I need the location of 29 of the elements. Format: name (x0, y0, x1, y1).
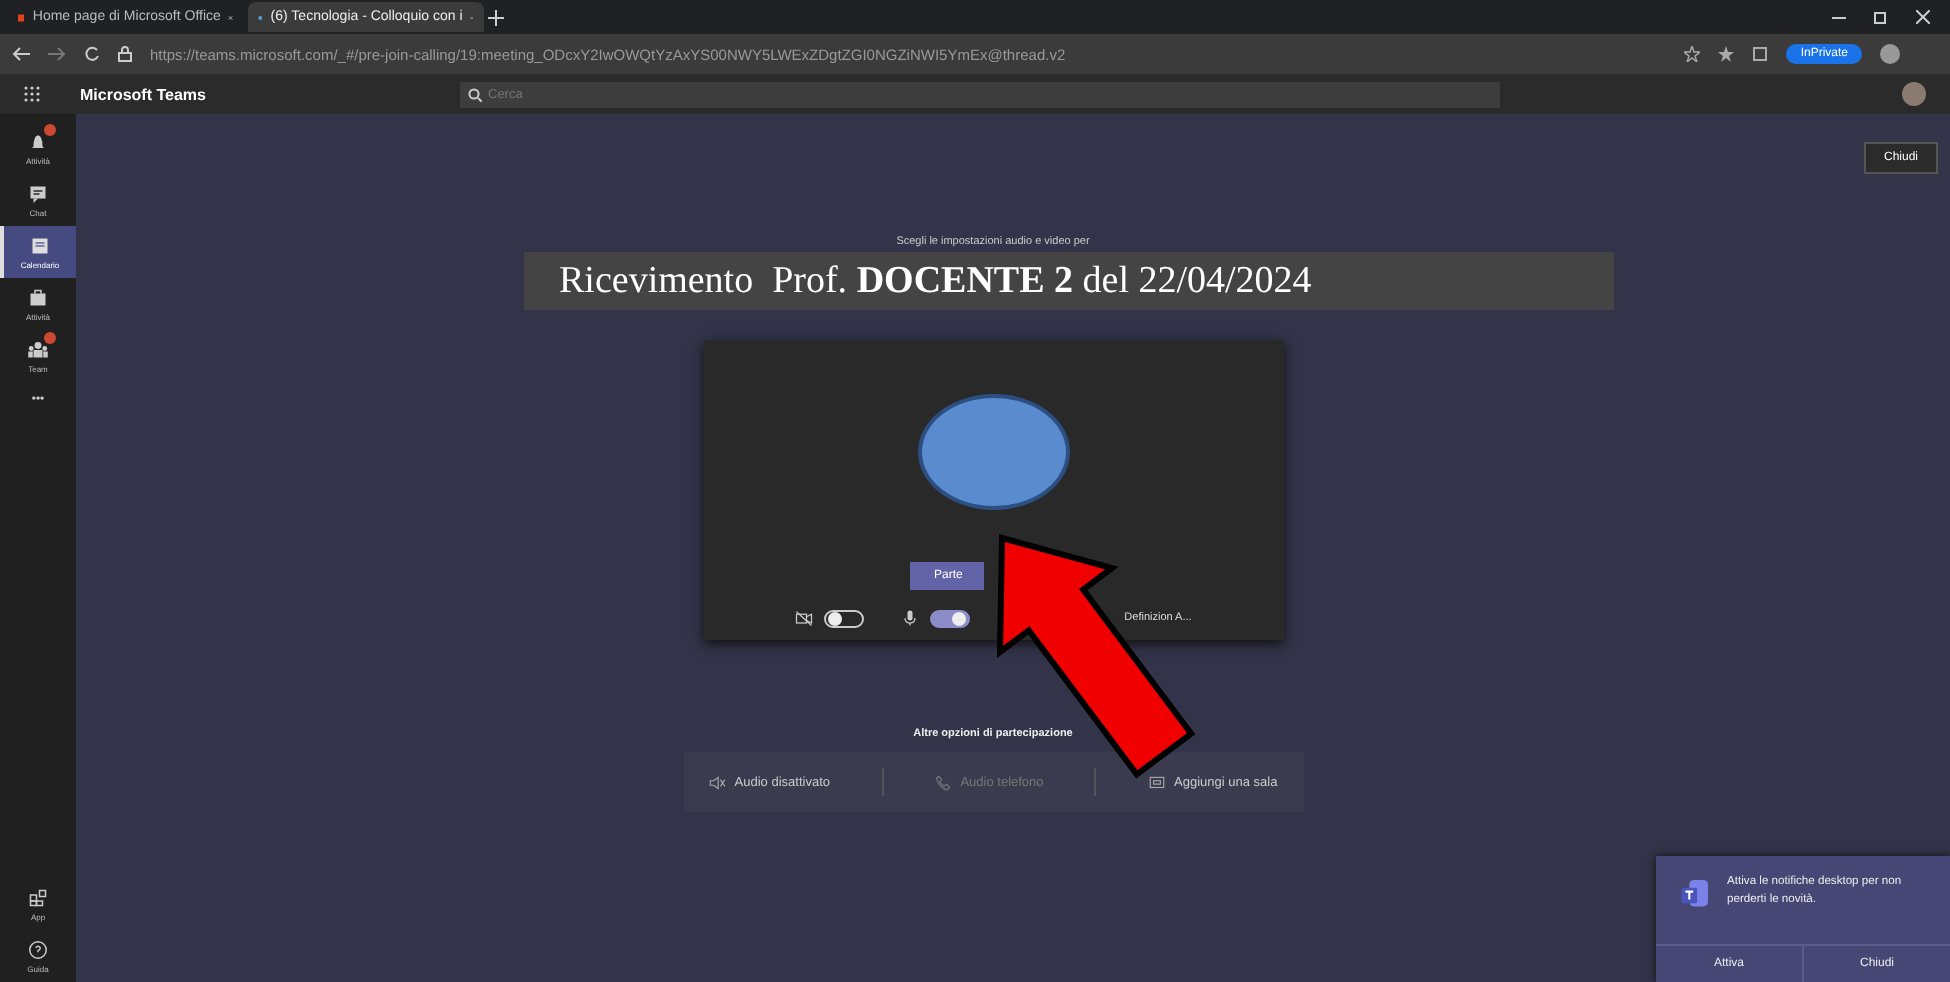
speaker-muted-icon (708, 773, 727, 791)
apps-icon (26, 886, 50, 910)
toggle-switch[interactable] (930, 609, 971, 627)
refresh-icon[interactable] (84, 46, 100, 62)
calendar-icon (28, 234, 52, 258)
chat-icon (26, 182, 50, 206)
close-icon[interactable] (1916, 10, 1930, 24)
new-tab-icon[interactable] (488, 9, 504, 25)
microphone-icon (900, 608, 921, 628)
back-icon[interactable] (12, 46, 30, 62)
lock-icon (118, 46, 132, 62)
toggle-switch[interactable] (824, 609, 865, 627)
collections-icon[interactable] (1752, 46, 1769, 62)
app-title: Microsoft Teams (80, 85, 208, 103)
phone-icon (934, 773, 953, 791)
star-icon[interactable] (1684, 46, 1701, 62)
meeting-title: Ricevimento Prof. DOCENTE 2 del 22/04/2024 (523, 252, 1613, 310)
forward-icon[interactable] (48, 46, 66, 62)
avatar-icon[interactable] (1880, 44, 1900, 64)
office-logo-icon (18, 9, 25, 25)
room-icon (1148, 773, 1166, 791)
bag-icon (26, 286, 50, 310)
avatar-icon[interactable] (1902, 82, 1926, 106)
camera-off-icon (794, 608, 815, 628)
people-icon (26, 338, 50, 362)
app-launcher-icon[interactable] (24, 86, 40, 102)
help-icon (26, 938, 50, 962)
favorites-icon[interactable] (1718, 46, 1735, 62)
restore-icon[interactable] (1874, 10, 1888, 24)
